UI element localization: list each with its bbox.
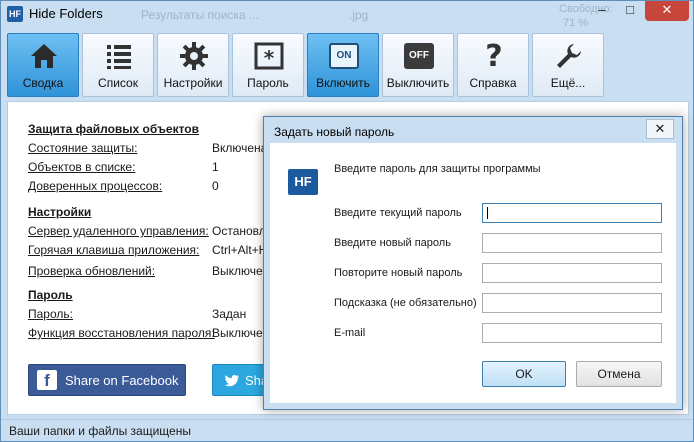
section-heading-settings: Настройки [28, 205, 92, 219]
tab-label: Сводка [22, 76, 64, 90]
value-password-recovery: Выключен [212, 326, 270, 340]
share-facebook-label: Share on Facebook [65, 373, 179, 388]
repeat-password-label: Повторите новый пароль [334, 267, 463, 279]
link-update-check[interactable]: Проверка обновлений: [28, 264, 155, 278]
dialog-title: Задать новый пароль [274, 125, 395, 139]
app-icon: HF [7, 6, 23, 22]
link-protection-state[interactable]: Состояние защиты: [28, 141, 137, 155]
maximize-button[interactable]: □ [617, 1, 643, 21]
password-icon: * [253, 40, 285, 72]
tab-settings[interactable]: Настройки [157, 33, 229, 97]
value-password: Задан [212, 307, 247, 321]
text-caret [487, 207, 488, 219]
dialog-body: HF Введите пароль для защиты программы В… [270, 143, 676, 403]
repeat-password-field[interactable] [482, 263, 662, 283]
current-password-field[interactable] [482, 203, 662, 223]
background-window-text: Результаты поиска ... [141, 8, 259, 22]
tab-label: Пароль [247, 76, 289, 90]
value-trusted-processes: 0 [212, 179, 219, 193]
wrench-icon [553, 40, 585, 72]
tab-list[interactable]: Список [82, 33, 154, 97]
value-hotkey: Ctrl+Alt+H [212, 243, 268, 257]
set-password-dialog: Задать новый пароль ✕ HF Введите пароль … [263, 116, 683, 410]
off-label: OFF [404, 43, 434, 69]
status-bar: Ваши папки и файлы защищены [1, 419, 693, 441]
app-logo: HF [288, 169, 318, 195]
current-password-label: Введите текущий пароль [334, 207, 462, 219]
section-heading-protection: Защита файловых объектов [28, 122, 199, 136]
section-heading-password: Пароль [28, 288, 73, 302]
link-trusted-processes[interactable]: Доверенных процессов: [28, 179, 162, 193]
background-window-text: 71 % [563, 17, 589, 29]
link-password-recovery[interactable]: Функция восстановления пароля: [28, 326, 215, 340]
facebook-icon: f [37, 370, 57, 390]
home-icon [28, 40, 60, 72]
value-update-check: Выключен [212, 264, 270, 278]
help-icon: ? [485, 38, 503, 74]
off-switch-icon: OFF [403, 40, 435, 72]
list-icon [103, 40, 135, 72]
email-label: E-mail [334, 327, 366, 339]
tab-disable[interactable]: OFF Выключить [382, 33, 454, 97]
hint-label: Подсказка (не обязательно) [334, 297, 477, 309]
title-bar: HF Hide Folders Результаты поиска ... .j… [1, 1, 693, 29]
on-label: ON [329, 43, 359, 69]
tab-label: Список [98, 76, 138, 90]
app-title: Hide Folders [29, 6, 103, 21]
share-facebook-button[interactable]: f Share on Facebook [28, 364, 186, 396]
email-field[interactable] [482, 323, 662, 343]
tab-label: Настройки [163, 76, 223, 90]
svg-text:*: * [264, 46, 275, 70]
value-protection-state: Включена [212, 141, 268, 155]
tab-summary[interactable]: Сводка [7, 33, 79, 97]
link-remote-server[interactable]: Сервер удаленного управления: [28, 224, 209, 238]
link-password[interactable]: Пароль: [28, 307, 73, 321]
dialog-close-button[interactable]: ✕ [646, 119, 674, 139]
link-hotkey[interactable]: Горячая клавиша приложения: [28, 243, 199, 257]
tab-label: Включить [316, 76, 370, 90]
background-window-text: .jpg [349, 8, 369, 22]
tab-more[interactable]: Ещё... [532, 33, 604, 97]
on-switch-icon: ON [328, 40, 360, 72]
tab-label: Выключить [386, 76, 450, 90]
new-password-label: Введите новый пароль [334, 237, 451, 249]
value-objects-count: 1 [212, 160, 219, 174]
tab-password[interactable]: * Пароль [232, 33, 304, 97]
status-text: Ваши папки и файлы защищены [9, 424, 191, 438]
tab-label: Справка [469, 76, 517, 90]
dialog-intro: Введите пароль для защиты программы [334, 163, 541, 175]
minimize-button[interactable]: – [589, 1, 615, 21]
gear-icon [178, 40, 210, 72]
twitter-icon [221, 371, 241, 391]
tab-label: Ещё... [550, 76, 586, 90]
new-password-field[interactable] [482, 233, 662, 253]
tab-help[interactable]: ? Справка [457, 33, 529, 97]
hint-field[interactable] [482, 293, 662, 313]
tab-enable[interactable]: ON Включить [307, 33, 379, 97]
ok-button[interactable]: OK [482, 361, 566, 387]
cancel-button[interactable]: Отмена [576, 361, 662, 387]
link-objects-count[interactable]: Объектов в списке: [28, 160, 135, 174]
close-button[interactable]: ✕ [645, 1, 689, 21]
